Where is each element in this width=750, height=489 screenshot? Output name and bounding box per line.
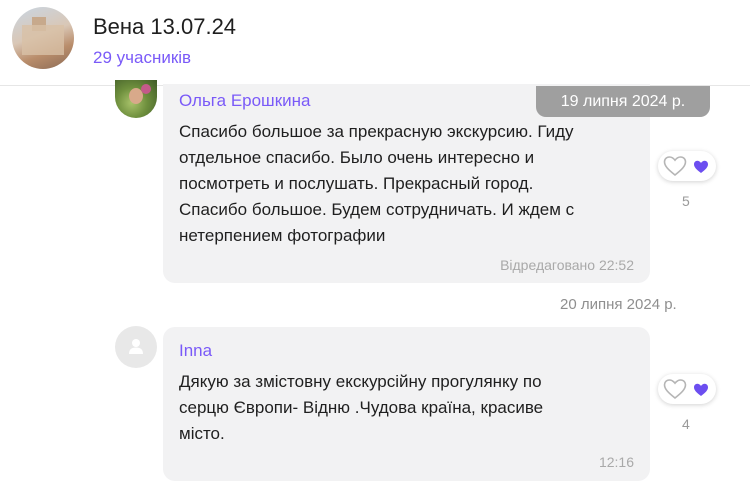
reaction-pill[interactable] [658,374,716,404]
chat-header: Вена 13.07.24 29 учасників [0,0,750,86]
group-members-count[interactable]: 29 учасників [93,48,191,68]
heart-outline-icon[interactable] [662,377,688,401]
message-meta: Відредаговано 22:52 [500,257,634,273]
reaction-count: 4 [682,416,690,432]
date-separator: 20 липня 2024 р. [560,296,677,313]
message-sender[interactable]: Inna [179,341,212,361]
message-text: Дякую за змістовну екскурсійну прогулянк… [179,372,544,443]
reaction-pill[interactable] [658,151,716,181]
date-separator: 19 липня 2024 р. [536,86,710,117]
message-sender[interactable]: Ольга Ерошкина [179,91,310,111]
reaction-count: 5 [682,193,690,209]
avatar-flower [141,84,151,94]
heart-filled-icon[interactable] [693,382,709,397]
avatar[interactable] [115,80,157,118]
message-meta: 12:16 [598,454,634,470]
avatar-building [22,25,64,55]
user-icon [129,339,143,354]
group-title[interactable]: Вена 13.07.24 [93,14,236,40]
message-text: Спасибо большое за прекрасную экскурсию.… [179,122,575,245]
group-avatar[interactable] [12,7,74,69]
heart-outline-icon[interactable] [662,154,688,178]
heart-filled-icon[interactable] [693,159,709,174]
avatar[interactable] [115,326,157,368]
